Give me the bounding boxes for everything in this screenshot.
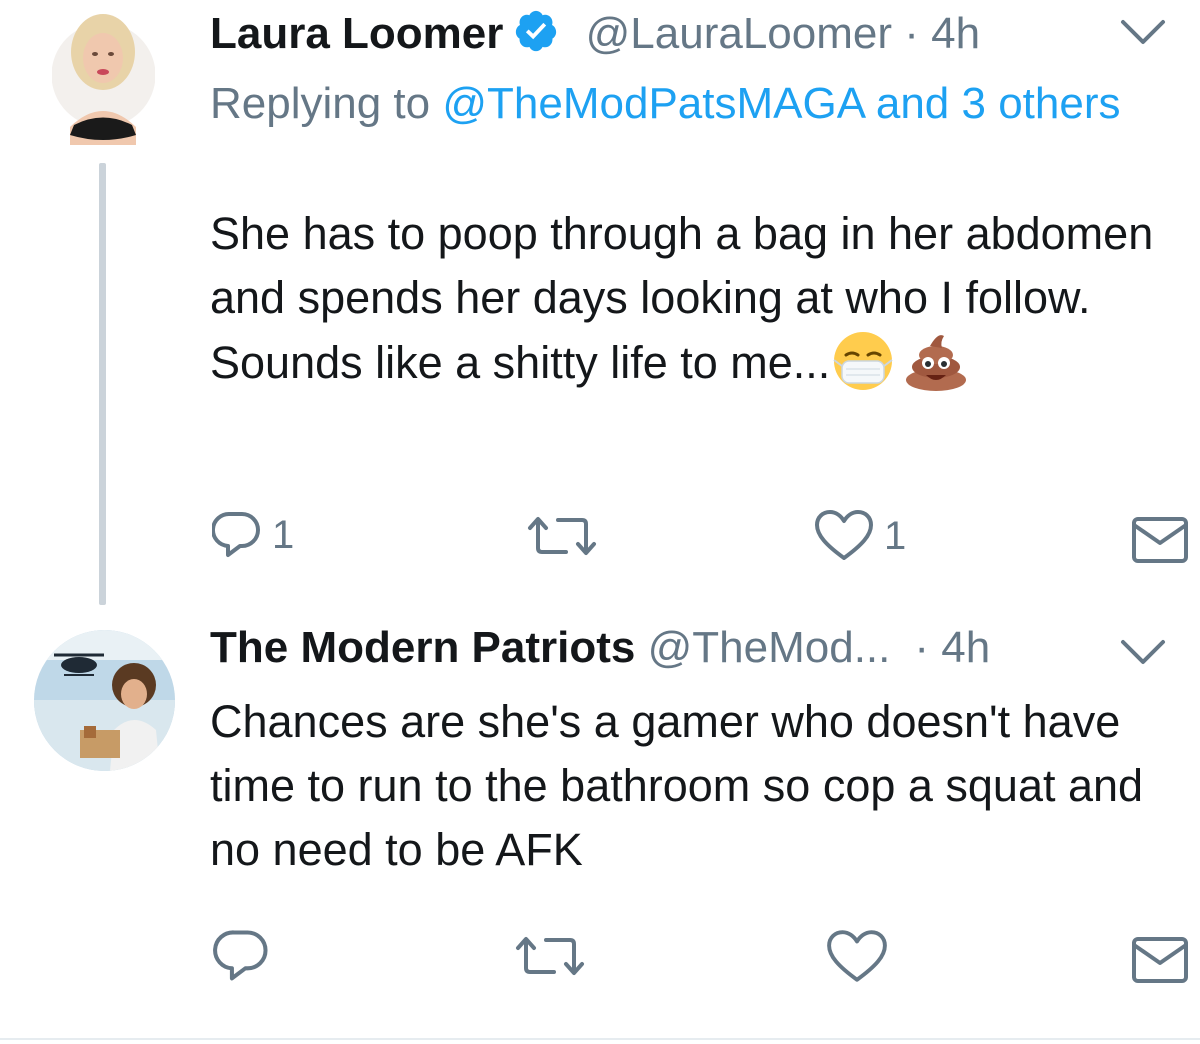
- retweet-button[interactable]: [512, 934, 598, 978]
- pile-of-poo-emoji: [904, 330, 968, 409]
- chevron-down-icon[interactable]: [1120, 638, 1166, 671]
- author-name[interactable]: The Modern Patriots: [210, 623, 635, 672]
- avatar[interactable]: [34, 630, 175, 771]
- replying-prefix: Replying to: [210, 79, 431, 128]
- verified-badge-icon: [513, 8, 559, 66]
- reply-icon: [212, 510, 262, 560]
- face-with-medical-mask-emoji: [832, 330, 894, 409]
- like-icon: [826, 930, 888, 984]
- separator-dot: ·: [904, 9, 919, 58]
- like-count: 1: [884, 513, 907, 558]
- reply-count: 1: [272, 512, 295, 557]
- reply-button[interactable]: 1: [212, 510, 294, 560]
- direct-message-icon: [1131, 936, 1189, 984]
- reply-icon: [212, 928, 272, 984]
- direct-message-icon: [1131, 516, 1189, 564]
- chevron-down-icon[interactable]: [1120, 18, 1166, 51]
- tweet-2[interactable]: The Modern Patriots @TheMod... · 4h Chanc…: [0, 610, 1200, 1040]
- tweet-actions: [0, 928, 1200, 988]
- divider: [0, 1038, 1200, 1040]
- separator-dot: ·: [914, 623, 930, 672]
- retweet-icon: [512, 934, 588, 978]
- tweet-header: Laura Loomer @LauraLoomer · 4h: [210, 8, 980, 66]
- timestamp[interactable]: 4h: [941, 623, 990, 672]
- tweet-actions: 1 1: [0, 510, 1200, 570]
- direct-message-button[interactable]: [1131, 516, 1189, 564]
- tweet-text: She has to poop through a bag in her abd…: [210, 202, 1180, 409]
- tweet-1[interactable]: Laura Loomer @LauraLoomer · 4h Replying …: [0, 0, 1200, 610]
- like-button[interactable]: [826, 930, 898, 984]
- replying-to: Replying to @TheModPatsMAGA and 3 others: [210, 72, 1170, 136]
- author-handle[interactable]: @LauraLoomer: [586, 9, 892, 58]
- reply-button[interactable]: [212, 928, 282, 984]
- like-icon: [814, 510, 874, 562]
- author-handle[interactable]: @TheMod...: [648, 623, 891, 672]
- timestamp[interactable]: 4h: [931, 9, 980, 58]
- like-button[interactable]: 1: [814, 510, 906, 562]
- retweet-button[interactable]: [524, 514, 610, 558]
- tweet-text-content: She has to poop through a bag in her abd…: [210, 208, 1154, 388]
- avatar[interactable]: [52, 0, 155, 145]
- tweet-header: The Modern Patriots @TheMod... · 4h: [210, 622, 990, 674]
- direct-message-button[interactable]: [1131, 936, 1189, 984]
- retweet-icon: [524, 514, 600, 558]
- tweet-text: Chances are she's a gamer who doesn't ha…: [210, 690, 1170, 882]
- author-name[interactable]: Laura Loomer: [210, 9, 503, 58]
- replying-mentions-link[interactable]: @TheModPatsMAGA and 3 others: [442, 79, 1120, 128]
- tweet-text-content: Chances are she's a gamer who doesn't ha…: [210, 696, 1144, 875]
